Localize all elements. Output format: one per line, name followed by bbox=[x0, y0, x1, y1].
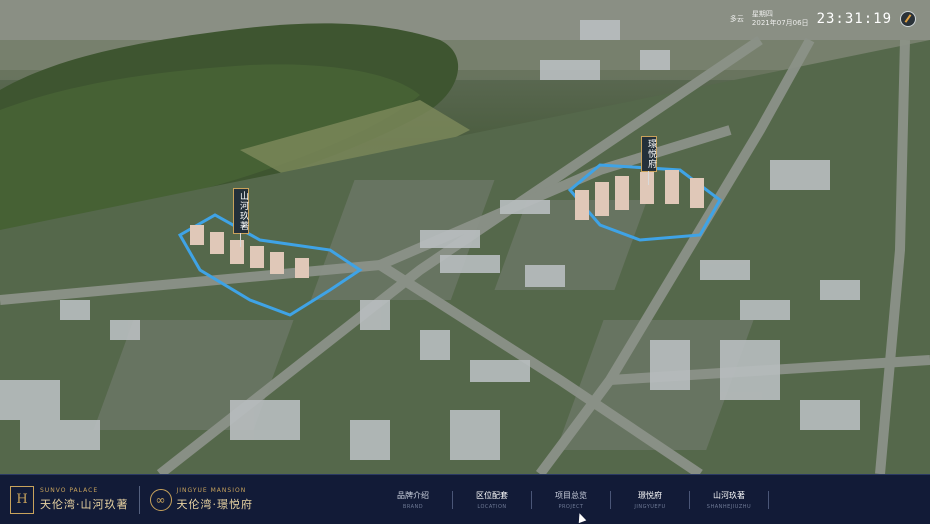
nav-jingyuefu[interactable]: 璟悦府 JINGYUEFU bbox=[611, 490, 689, 510]
compass-icon[interactable] bbox=[900, 11, 916, 27]
map-marker-liyue[interactable]: 璟悦府 bbox=[641, 136, 657, 185]
nav-brand-intro[interactable]: 品牌介绍 BRAND bbox=[374, 490, 452, 510]
nav-sublabel: LOCATION bbox=[477, 503, 507, 510]
brand1-cn: 天伦湾·山河玖著 bbox=[40, 498, 129, 511]
nav-location[interactable]: 区位配套 LOCATION bbox=[453, 490, 531, 510]
main-nav: 品牌介绍 BRAND 区位配套 LOCATION 项目总览 PROJECT 璟悦… bbox=[374, 475, 769, 524]
aerial-scene-graphic bbox=[0, 0, 930, 474]
date-block: 星期四 2021年07月06日 bbox=[752, 10, 809, 28]
nav-label: 项目总览 bbox=[555, 490, 587, 500]
weather-block: 多云 bbox=[730, 15, 744, 24]
jingyue-logo-icon: ∞ bbox=[149, 488, 172, 511]
nav-label: 区位配套 bbox=[476, 490, 508, 500]
brand-sunvo-palace[interactable]: H SUNVO PALACE 天伦湾·山河玖著 bbox=[10, 485, 129, 514]
nav-sublabel: SHANHEJIUZHU bbox=[706, 503, 752, 510]
brand-jingyue-mansion[interactable]: ∞ JINGYUE MANSION 天伦湾·璟悦府 bbox=[149, 487, 254, 512]
nav-sublabel: JINGYUEFU bbox=[634, 503, 666, 510]
brand-divider bbox=[138, 485, 140, 514]
sunvo-logo-icon: H bbox=[10, 485, 34, 514]
nav-label: 品牌介绍 bbox=[397, 490, 429, 500]
nav-label: 山河玖著 bbox=[713, 490, 745, 500]
status-hud: 多云 星期四 2021年07月06日 23:31:19 bbox=[730, 10, 916, 28]
map-marker-shanhe[interactable]: 山河玖著 bbox=[233, 188, 249, 247]
nav-shanhejiuzhu[interactable]: 山河玖著 SHANHEJIUZHU bbox=[690, 490, 768, 510]
nav-divider bbox=[768, 490, 769, 509]
nav-project-overview[interactable]: 项目总览 PROJECT bbox=[532, 490, 610, 510]
nav-sublabel: BRAND bbox=[402, 503, 424, 510]
clock-time: 23:31:19 bbox=[816, 11, 892, 27]
bottom-navigation-bar: H SUNVO PALACE 天伦湾·山河玖著 ∞ JINGYUE MANSIO… bbox=[0, 474, 930, 524]
aerial-map-view[interactable]: 山河玖著 璟悦府 多云 星期四 2021年07月06日 23:31:19 bbox=[0, 0, 930, 474]
brand2-cn: 天伦湾·璟悦府 bbox=[176, 498, 253, 511]
marker-label-shanhe: 山河玖著 bbox=[238, 191, 248, 231]
brand1-en: SUNVO PALACE bbox=[40, 487, 99, 494]
marker-label-liyue: 璟悦府 bbox=[646, 139, 656, 169]
brand2-en: JINGYUE MANSION bbox=[176, 487, 247, 494]
nav-sublabel: PROJECT bbox=[558, 503, 584, 510]
date-text: 2021年07月06日 bbox=[751, 19, 809, 27]
weather-text: 多云 bbox=[729, 14, 744, 23]
weekday-text: 星期四 bbox=[751, 10, 773, 18]
nav-label: 璟悦府 bbox=[638, 490, 662, 500]
